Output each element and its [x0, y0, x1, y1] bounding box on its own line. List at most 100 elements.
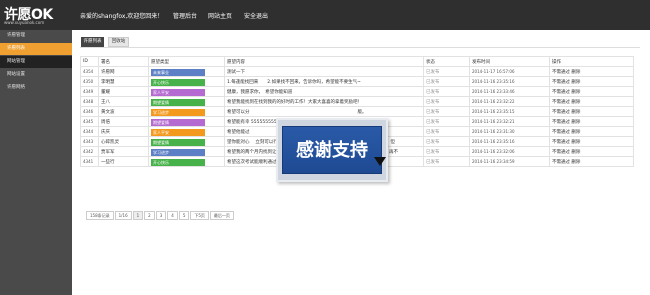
row-name: 心碎凯灵 [98, 136, 149, 147]
row-id: 4341 [80, 156, 99, 167]
pagination-total: 158条记录 [86, 211, 114, 220]
row-content: 1.每逢能找回来 2.如果找不回来，告诉你吗，希望能不要生气~ [224, 76, 424, 87]
row-action[interactable]: 不需通过 删除 [549, 106, 634, 117]
row-action[interactable]: 不需通过 删除 [549, 96, 634, 107]
row-type: 期望爱情 [148, 136, 225, 147]
row-content: 测试一下 [224, 66, 424, 77]
row-type: 开心快乐 [148, 76, 225, 87]
sidebar: 许愿管理 许愿列表 网站管理 网站设置 许愿网络 [0, 30, 72, 295]
pagination-page-2[interactable]: 2 [144, 211, 155, 220]
nav-admin-link[interactable]: 管理后台 [173, 11, 197, 20]
row-name: 黄文波 [98, 106, 149, 117]
table-row: 4350 李明慧 开心快乐 1.每逢能找回来 2.如果找不回来，告诉你吗，希望能不要生… [80, 76, 634, 87]
wish-type-badge: 学习进步 [151, 109, 205, 116]
pagination-page-3[interactable]: 3 [155, 211, 167, 220]
row-type: 未来事业 [148, 66, 225, 77]
row-time: 2014-11-16 23:32:22 [469, 96, 550, 107]
wish-type-badge: 学习进步 [151, 149, 205, 156]
row-type: 期望爱情 [148, 96, 225, 107]
row-name: 王八 [98, 96, 149, 107]
row-time: 2014-11-16 23:31:30 [469, 126, 550, 137]
row-time: 2014-11-16 23:35:16 [469, 76, 550, 87]
row-id: 4349 [80, 86, 99, 97]
row-name: 李明慧 [98, 76, 149, 87]
row-action[interactable]: 不需通过 删除 [549, 156, 634, 167]
wish-type-badge: 开心快乐 [151, 79, 205, 86]
row-type: 学习进步 [148, 146, 225, 157]
row-status: 已发布 [423, 66, 470, 77]
row-action[interactable]: 不需通过 删除 [549, 76, 634, 87]
pagination-next-5[interactable]: 下5页 [190, 211, 209, 220]
row-id: 4354 [80, 66, 99, 77]
col-header-time: 发布时间 [469, 56, 550, 67]
col-header-action: 操作 [549, 56, 634, 67]
wish-type-badge: 期望爱情 [151, 99, 205, 106]
row-content: 健康，我愿求你， 希望你能知道 [224, 86, 424, 97]
col-header-content: 愿望内容 [224, 56, 424, 67]
sidebar-item-wish-manage[interactable]: 许愿管理 [0, 30, 72, 42]
row-name: 一些行 [98, 156, 149, 167]
row-status: 已发布 [423, 156, 470, 167]
sidebar-item-wish-list[interactable]: 许愿列表 [0, 43, 72, 55]
row-name: 周倍 [98, 116, 149, 127]
pagination-page-5[interactable]: 5 [178, 211, 190, 220]
row-id: 4344 [80, 126, 99, 137]
table-row: 4349 董耀 家人平安 健康，我愿求你， 希望你能知道 已发布 2014-11-16 2… [80, 86, 634, 97]
row-time: 2014-11-16 23:33:46 [469, 86, 550, 97]
row-action[interactable]: 不需通过 删除 [549, 86, 634, 97]
logo-subtitle: www.xuyuanok.com [4, 20, 45, 25]
wish-type-badge: 期望爱情 [151, 139, 205, 146]
wish-type-badge: 未来事业 [151, 69, 205, 76]
pagination-page-1[interactable]: 1 [132, 211, 144, 220]
row-name: 庆庆 [98, 126, 149, 137]
row-name: 董耀 [98, 86, 149, 97]
sidebar-item-site-manage[interactable]: 网站管理 [0, 56, 72, 68]
row-action[interactable]: 不需通过 删除 [549, 66, 634, 77]
row-time: 2014-11-16 23:32:06 [469, 146, 550, 157]
row-status: 已发布 [423, 76, 470, 87]
sidebar-item-site-settings[interactable]: 网站设置 [0, 69, 72, 81]
nav-home-link[interactable]: 网站主页 [208, 11, 232, 20]
table-row: 4348 王八 期望爱情 希望我能找到在找到我的的好时的工作！大家大喜喜的拿着奖励吧！… [80, 96, 634, 107]
row-action[interactable]: 不需通过 删除 [549, 126, 634, 137]
wish-type-badge: 开心快乐 [151, 159, 205, 166]
row-action[interactable]: 不需通过 删除 [549, 136, 634, 147]
row-status: 已发布 [423, 146, 470, 157]
nav-logout-link[interactable]: 安全退出 [244, 11, 268, 20]
top-bar: 许愿OK www.xuyuanok.com 亲爱的shangfox,欢迎您回来！… [0, 0, 650, 30]
row-id: 4345 [80, 116, 99, 127]
pagination-last-page[interactable]: 最后一页 [209, 211, 234, 220]
tab-wish-list[interactable]: 许愿列表 [81, 37, 104, 47]
row-status: 已发布 [423, 126, 470, 137]
welcome-text: 亲爱的shangfox,欢迎您回来！ [80, 13, 164, 20]
row-status: 已发布 [423, 86, 470, 97]
row-action[interactable]: 不需通过 删除 [549, 116, 634, 127]
site-logo[interactable]: 许愿OK www.xuyuanok.com [4, 4, 70, 26]
row-type: 期望爱情 [148, 116, 225, 127]
pagination-page-4[interactable]: 4 [167, 211, 178, 220]
sidebar-item-wish-network[interactable]: 许愿网络 [0, 82, 72, 94]
col-header-type: 愿望类型 [148, 56, 225, 67]
table-header-row: ID 署名 愿望类型 愿望内容 状态 发布时间 操作 [80, 56, 634, 67]
row-time: 2014-11-16 23:34:59 [469, 156, 550, 167]
col-header-id: ID [80, 56, 99, 67]
row-action[interactable]: 不需通过 删除 [549, 146, 634, 157]
row-name: 许愿网 [98, 66, 149, 77]
row-time: 2014-11-16 23:32:21 [469, 116, 550, 127]
pagination: 158条记录 1/16 1 2 3 4 5 下5页 最后一页 [86, 211, 235, 222]
col-header-name: 署名 [98, 56, 149, 67]
row-name: 贾军军 [98, 146, 149, 157]
wish-type-badge: 期望爱情 [151, 119, 205, 126]
support-popup[interactable]: 感谢支持 [276, 118, 388, 182]
row-status: 已发布 [423, 116, 470, 127]
row-status: 已发布 [423, 106, 470, 117]
row-id: 4342 [80, 146, 99, 157]
row-id: 4348 [80, 96, 99, 107]
tab-recycle-bin[interactable]: 回收站 [108, 37, 129, 47]
row-id: 4343 [80, 136, 99, 147]
row-type: 家人平安 [148, 86, 225, 97]
row-time: 2014-11-16 23:35:16 [469, 136, 550, 147]
row-content: 希望可以分 版。 [224, 106, 424, 117]
row-type: 学习进步 [148, 106, 225, 117]
pagination-page-of: 1/16 [114, 211, 132, 220]
